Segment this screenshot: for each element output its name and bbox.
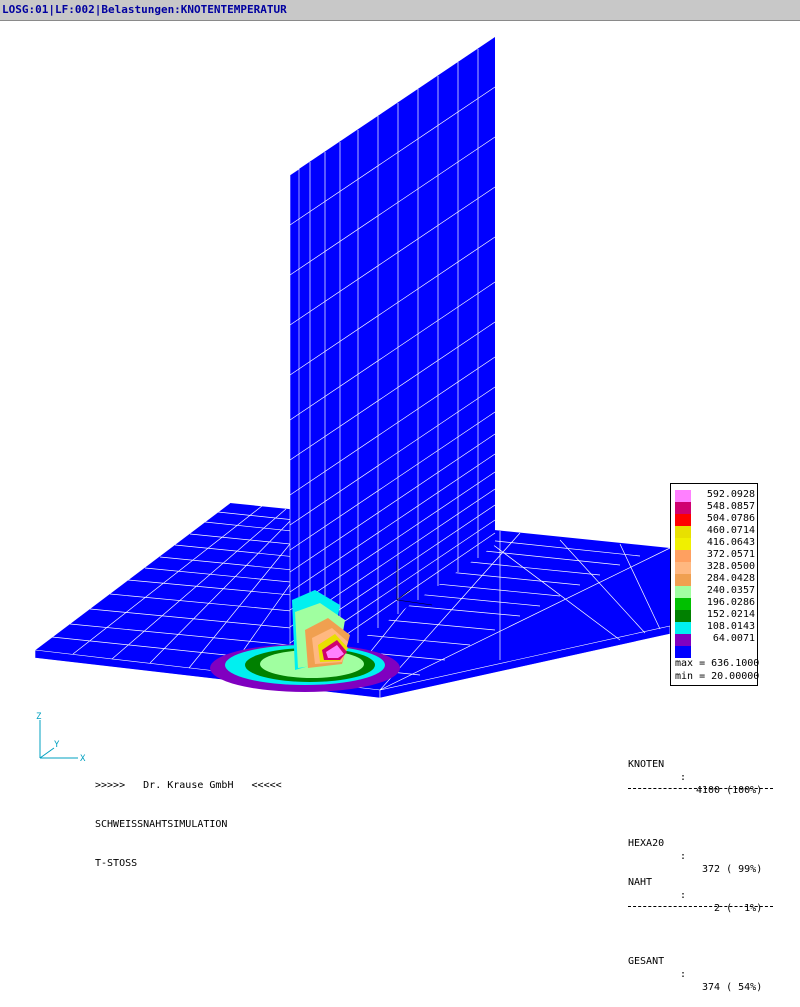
legend-value: 328.0500 xyxy=(706,561,755,572)
legend-swatch xyxy=(675,490,691,502)
legend-swatch xyxy=(675,598,691,610)
legend-value: 416.0643 xyxy=(706,537,755,548)
legend-swatch xyxy=(675,610,691,622)
legend-value: 240.0357 xyxy=(706,585,755,596)
window-title: LOSG:01|LF:002|Belastungen:KNOTENTEMPERA… xyxy=(2,3,287,16)
legend-swatch xyxy=(675,538,691,550)
legend-value: 284.0428 xyxy=(706,573,755,584)
footer-info: >>>>> Dr. Krause GmbH <<<<< SCHWEISSNAHT… xyxy=(95,753,282,883)
company-line: >>>>> Dr. Krause GmbH <<<<< xyxy=(95,780,282,791)
legend-value: 592.0928 xyxy=(706,489,755,500)
axis-z-label: Z xyxy=(36,712,42,722)
legend-swatch xyxy=(675,634,691,646)
legend-value: 196.0286 xyxy=(706,597,755,608)
legend-swatch xyxy=(675,514,691,526)
legend-swatch xyxy=(675,562,691,574)
legend-swatch xyxy=(675,526,691,538)
joint-line: T-STOSS xyxy=(95,858,138,869)
legend-swatch xyxy=(675,586,691,598)
mesh-statistics: KNOTEN : 4100 (100%) HEXA20 : 372 ( 99%)… xyxy=(628,719,798,993)
legend-row: 64.0071 xyxy=(671,633,759,646)
legend-min: min = 20.00000 xyxy=(675,671,760,682)
legend-swatch xyxy=(675,622,691,634)
legend-value: 548.0857 xyxy=(706,501,755,512)
legend-swatch xyxy=(675,574,691,586)
legend-value: 64.0071 xyxy=(712,633,755,644)
simulation-line: SCHWEISSNAHTSIMULATION xyxy=(95,819,228,830)
color-legend: 592.0928 548.0857 504.0786 460.0714 416.0643… xyxy=(670,483,760,686)
legend-max: max = 636.1000 xyxy=(675,658,760,669)
legend-value: 504.0786 xyxy=(706,513,755,524)
title-bar: LOSG:01|LF:002|Belastungen:KNOTENTEMPERA… xyxy=(0,0,800,21)
legend-swatch xyxy=(675,502,691,514)
axis-y-label: Y xyxy=(54,740,60,750)
stat-row-hexa20: HEXA20 : 372 ( 99%) xyxy=(628,838,763,875)
legend-swatch xyxy=(675,646,691,658)
legend-row xyxy=(671,646,759,658)
axis-triad: Z Y X xyxy=(36,712,86,764)
stat-row-naht: NAHT : 2 ( 1%) xyxy=(628,877,763,914)
legend-value: 460.0714 xyxy=(706,525,755,536)
legend-swatch xyxy=(675,550,691,562)
axis-x-label: X xyxy=(80,754,86,764)
legend-value: 152.0214 xyxy=(706,609,755,620)
stat-row-gesant: GESANT : 374 ( 54%) xyxy=(628,956,763,993)
stat-row-knoten: KNOTEN : 4100 (100%) xyxy=(628,759,763,796)
legend-value: 108.0143 xyxy=(706,621,755,632)
legend-value: 372.0571 xyxy=(706,549,755,560)
